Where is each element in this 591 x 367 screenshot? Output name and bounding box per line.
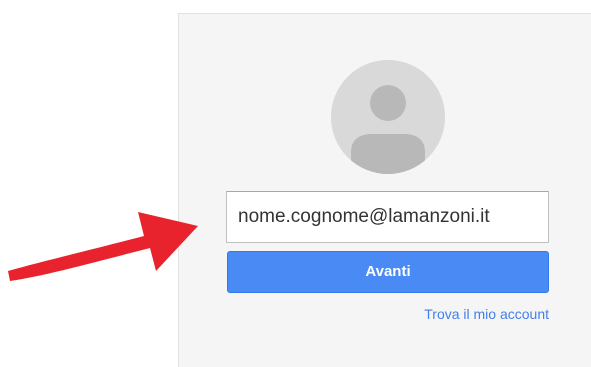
- find-account-link[interactable]: Trova il mio account: [424, 306, 549, 322]
- email-field[interactable]: [226, 191, 549, 243]
- avatar: [331, 60, 445, 174]
- next-button[interactable]: Avanti: [227, 251, 549, 293]
- page: Avanti Trova il mio account: [0, 0, 591, 367]
- user-avatar-icon: [331, 60, 445, 174]
